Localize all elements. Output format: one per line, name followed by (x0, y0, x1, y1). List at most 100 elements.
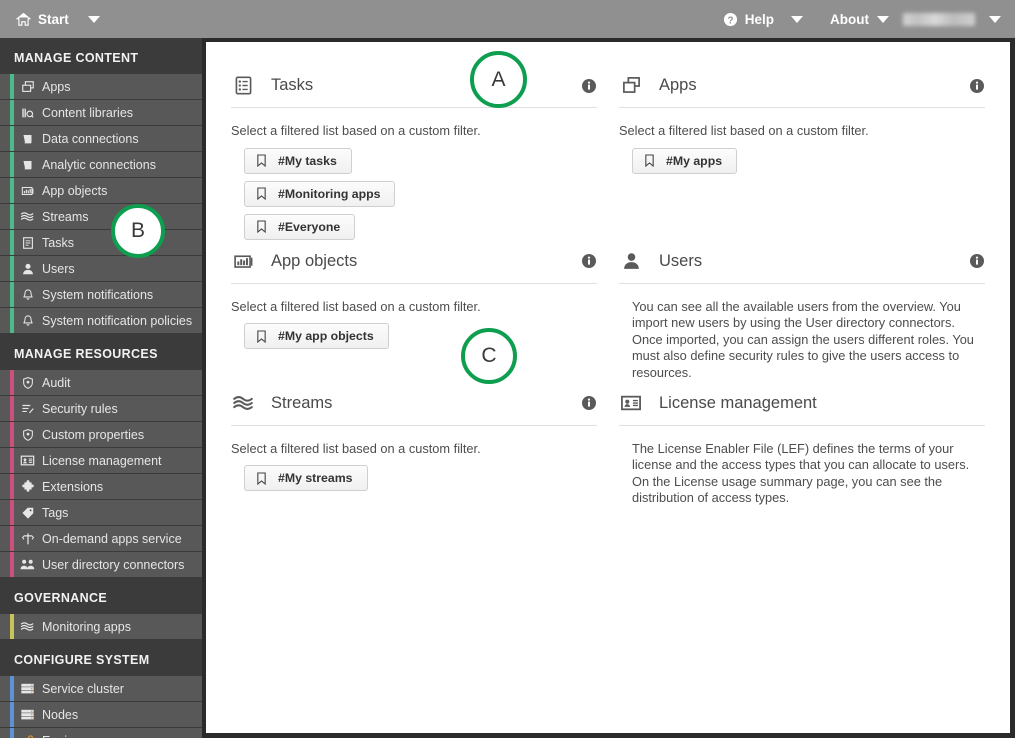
analytic-connection-icon (20, 157, 35, 172)
sidebar-item-on-demand-apps-service[interactable]: On-demand apps service (0, 526, 202, 551)
sidebar-item-label: System notifications (42, 287, 154, 302)
sidebar-item-label: Data connections (42, 131, 139, 146)
sidebar-item-label: Nodes (42, 707, 79, 722)
sidebar-item-tags[interactable]: Tags (0, 500, 202, 525)
chevron-down-icon-about[interactable] (877, 15, 889, 23)
sidebar-item-system-notification-policies[interactable]: System notification policies (0, 308, 202, 333)
chevron-down-icon-user[interactable] (989, 15, 1001, 23)
license-card-icon (619, 391, 643, 415)
sidebar-item-users[interactable]: Users (0, 256, 202, 281)
apps-icon (20, 79, 35, 94)
filter-chip-my-apps[interactable]: #My apps (632, 147, 738, 174)
engines-icon (20, 733, 35, 738)
sidebar-item-label: Tags (42, 505, 69, 520)
chevron-down-icon-help[interactable] (791, 15, 804, 23)
panel-title: Tasks (271, 76, 314, 94)
info-icon[interactable] (969, 78, 985, 94)
panel-description: You can see all the available users from… (632, 298, 974, 380)
start-label: Start (38, 11, 69, 27)
sidebar-item-label: User directory connectors (42, 557, 185, 572)
bookmark-icon (256, 472, 267, 485)
sidebar-item-streams[interactable]: Streams (0, 204, 202, 229)
chevron-down-icon-start[interactable] (87, 15, 100, 23)
sidebar-item-label: Analytic connections (42, 157, 156, 172)
panel-title: Apps (659, 76, 697, 94)
application-window: Start ? Help About MANAGE CONTENT Apps C… (0, 0, 1015, 738)
panel-title: App objects (271, 251, 358, 270)
filter-chip-monitoring-apps[interactable]: #Monitoring apps (244, 180, 396, 207)
users-group-icon (20, 557, 35, 572)
info-icon[interactable] (969, 253, 985, 269)
server-icon (20, 681, 35, 696)
app-objects-icon (20, 183, 35, 198)
info-icon[interactable] (581, 78, 597, 94)
filter-chip-my-app-objects[interactable]: #My app objects (244, 323, 389, 350)
user-name-redacted (903, 12, 975, 26)
panel-description: The License Enabler File (LEF) defines t… (632, 440, 970, 506)
panel-apps-body: Select a filtered list based on a custom… (619, 108, 985, 174)
sidebar-item-extensions[interactable]: Extensions (0, 474, 202, 499)
annotation-label: B (130, 219, 145, 242)
panel-apps-chips: #My apps (619, 147, 985, 174)
sidebar-item-audit[interactable]: Audit (0, 370, 202, 395)
panel-apps: Apps Select a filtered list based on a c… (619, 64, 985, 240)
annotation-circle-c: C (461, 328, 517, 384)
panel-app-objects-header: App objects (231, 240, 597, 284)
chip-label: #My streams (278, 471, 353, 486)
sidebar-item-service-cluster[interactable]: Service cluster (0, 676, 202, 701)
panel-app-objects-body: Select a filtered list based on a custom… (231, 284, 597, 350)
info-icon[interactable] (581, 395, 597, 411)
help-menu-button[interactable]: ? Help (712, 0, 785, 38)
panel-users-body: You can see all the available users from… (619, 284, 985, 382)
panel-description: Select a filtered list based on a custom… (231, 440, 481, 456)
info-icon[interactable] (581, 253, 597, 269)
sidebar-item-user-directory-connectors[interactable]: User directory connectors (0, 552, 202, 577)
sidebar-item-security-rules[interactable]: Security rules (0, 396, 202, 421)
start-menu-button[interactable]: Start (15, 0, 111, 38)
sidebar-item-analytic-connections[interactable]: Analytic connections (0, 152, 202, 177)
sidebar-item-nodes[interactable]: Nodes (0, 702, 202, 727)
annotation-circle-a: A (470, 51, 527, 108)
shield-icon (20, 427, 35, 442)
panel-tasks-chips: #My tasks #Monitoring apps #Everyone (231, 147, 597, 240)
sidebar-item-tasks[interactable]: Tasks (0, 230, 202, 255)
bookmark-icon (256, 330, 267, 343)
puzzle-icon (20, 479, 35, 494)
sidebar-item-content-libraries[interactable]: Content libraries (0, 100, 202, 125)
help-label: Help (744, 11, 775, 27)
security-rules-icon (20, 401, 35, 416)
panel-title: Users (659, 251, 703, 270)
filter-chip-my-tasks[interactable]: #My tasks (244, 147, 352, 174)
tasks-icon (231, 74, 255, 98)
chip-label: #Everyone (278, 219, 341, 234)
sidebar-item-label: Custom properties (42, 427, 145, 442)
sidebar-item-engines[interactable]: Engines (0, 728, 202, 738)
sidebar-item-app-objects[interactable]: App objects (0, 178, 202, 203)
bell-icon (20, 287, 35, 302)
chip-label: #My apps (666, 153, 723, 168)
tag-icon (20, 505, 35, 520)
panel-streams-chips: #My streams (231, 465, 597, 492)
panel-users-header: Users (619, 240, 985, 284)
about-menu-button[interactable]: About (819, 0, 869, 38)
topbar-left-group: Start (0, 0, 111, 38)
panel-streams-header: Streams (231, 382, 597, 426)
sidebar-item-license-management[interactable]: License management (0, 448, 202, 473)
panel-description: Select a filtered list based on a custom… (619, 123, 869, 138)
sidebar-item-apps[interactable]: Apps (0, 74, 202, 99)
sidebar-navigation[interactable]: MANAGE CONTENT Apps Content libraries Da… (0, 38, 202, 738)
bookmark-icon (256, 187, 267, 201)
filter-chip-everyone[interactable]: #Everyone (244, 213, 356, 240)
sidebar-item-data-connections[interactable]: Data connections (0, 126, 202, 151)
filter-chip-my-streams[interactable]: #My streams (244, 465, 368, 492)
about-label: About (830, 11, 869, 27)
panel-streams: Streams Select a filtered list based on … (231, 382, 597, 507)
sidebar-item-system-notifications[interactable]: System notifications (0, 282, 202, 307)
annotation-label: A (491, 67, 506, 91)
sidebar-item-monitoring-apps[interactable]: Monitoring apps (0, 614, 202, 639)
sidebar-group-manage-content: MANAGE CONTENT (0, 38, 202, 74)
content-libraries-icon (20, 105, 35, 120)
sidebar-item-label: Apps (42, 79, 71, 94)
sidebar-group-manage-resources: MANAGE RESOURCES (0, 334, 202, 370)
sidebar-item-custom-properties[interactable]: Custom properties (0, 422, 202, 447)
